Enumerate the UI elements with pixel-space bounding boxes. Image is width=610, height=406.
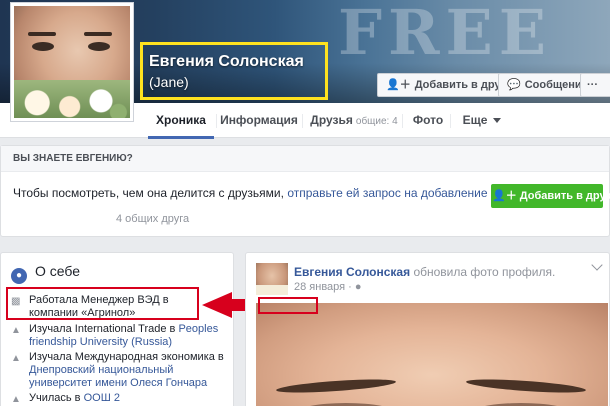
profile-update-post: Евгения Солонская обновила фото профиля.… <box>245 252 610 406</box>
flowers-shape <box>256 285 288 295</box>
about-header: ● О себе <box>11 263 80 284</box>
do-you-know-text: Чтобы посмотреть, чем она делится с друз… <box>13 186 542 200</box>
eye-shape <box>32 42 54 51</box>
post-author-avatar[interactable] <box>256 263 288 295</box>
brow-shape <box>28 32 56 36</box>
globe-icon: ● <box>11 268 27 284</box>
add-friend-icon: 👤＋ <box>386 79 411 91</box>
add-friend-icon: 👤＋ <box>492 190 520 202</box>
chevron-down-icon[interactable] <box>591 259 603 271</box>
name-highlight-box: Евгения Солонская (Jane) <box>140 42 328 100</box>
do-you-know-card: ВЫ ЗНАЕТЕ ЕВГЕНИЮ? Чтобы посмотреть, чем… <box>0 145 610 237</box>
annotation-small-box <box>258 297 318 314</box>
add-friend-green-button[interactable]: 👤＋ Добавить в друзья <box>491 184 610 208</box>
about-item-education: ▲ Изучала Международная экономика в Днеп… <box>11 351 224 389</box>
graduation-cap-icon: ▲ <box>11 394 21 405</box>
brow-shape <box>84 32 112 36</box>
tab-friends-mutual-count: общие: 4 <box>355 116 398 127</box>
cover-ghost-text: FREE <box>338 0 553 69</box>
mutual-friends-link[interactable]: 4 общих друга <box>116 213 189 225</box>
more-options-button[interactable]: ··· <box>580 73 610 97</box>
tab-photos[interactable]: Фото <box>406 103 450 138</box>
tab-friends[interactable]: Друзья общие: 4 <box>306 103 402 138</box>
messenger-icon: 💬 <box>507 79 521 91</box>
eye-shape <box>88 42 110 51</box>
post-headline: Евгения Солонская обновила фото профиля. <box>294 265 556 279</box>
globe-icon: ● <box>354 281 362 293</box>
brow-shape <box>275 376 397 396</box>
tab-separator <box>302 114 303 128</box>
about-item-school: ▲ Училась в ООШ 2 <box>11 392 120 405</box>
profile-alt-name: (Jane) <box>149 74 189 90</box>
tab-timeline[interactable]: Хроника <box>148 103 214 139</box>
tab-separator <box>450 114 451 128</box>
graduation-cap-icon: ▲ <box>11 353 21 364</box>
chevron-down-icon <box>493 118 502 124</box>
profile-picture[interactable] <box>10 2 134 122</box>
annotation-highlight-box <box>6 287 199 320</box>
profile-picture-image <box>14 6 130 118</box>
school-link[interactable]: Днепровский национальный университет име… <box>29 364 207 389</box>
profile-name[interactable]: Евгения Солонская <box>149 53 325 71</box>
about-item-education: ▲ Изучала International Trade в Peoples … <box>11 323 219 348</box>
post-date[interactable]: 28 января · ● <box>294 281 362 293</box>
tab-separator <box>402 114 403 128</box>
graduation-cap-icon: ▲ <box>11 325 21 336</box>
flowers-shape <box>14 80 130 118</box>
post-author-link[interactable]: Евгения Солонская <box>294 265 410 279</box>
tab-about[interactable]: Информация <box>220 103 298 138</box>
post-photo[interactable] <box>256 303 608 406</box>
school-link[interactable]: ООШ 2 <box>84 392 120 404</box>
do-you-know-header: ВЫ ЗНАЕТЕ ЕВГЕНИЮ? <box>1 146 609 172</box>
about-card: ● О себе ▩ Работала Менеджер ВЭД в компан… <box>0 252 234 406</box>
tab-more[interactable]: Еще <box>452 103 512 138</box>
tab-separator <box>216 114 217 128</box>
brow-shape <box>465 376 587 396</box>
